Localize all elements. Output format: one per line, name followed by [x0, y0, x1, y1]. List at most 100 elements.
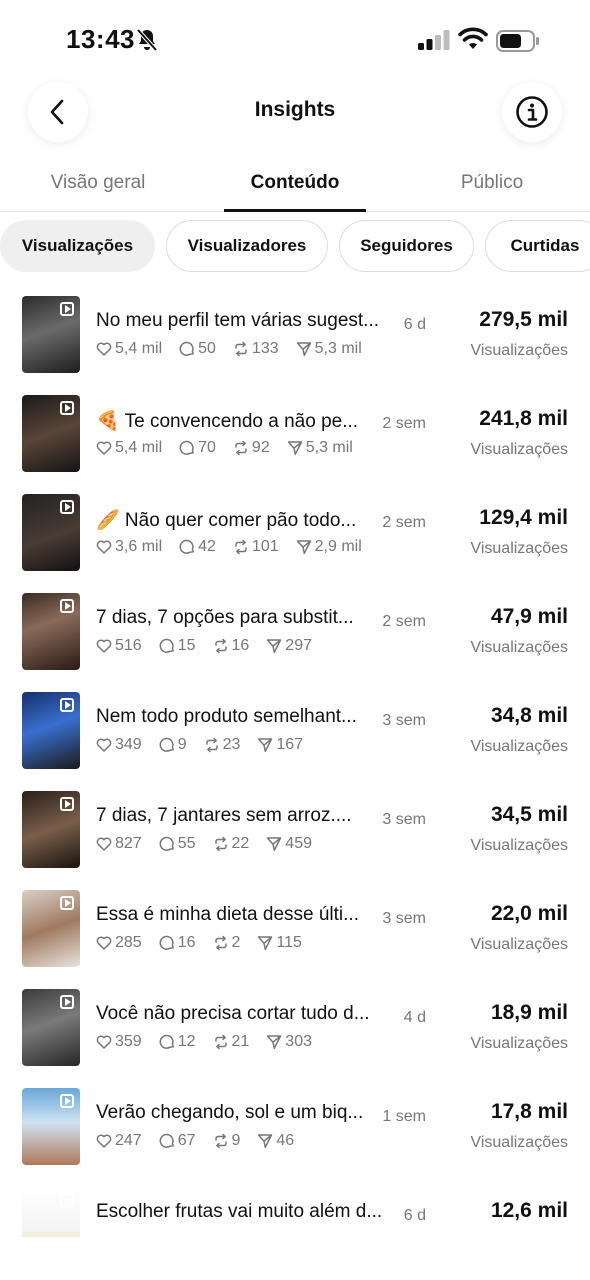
post-thumbnail[interactable]: [22, 890, 80, 967]
reposts-stat: 2: [213, 934, 240, 952]
comments-stat: 16: [159, 934, 196, 952]
comments-stat: 67: [159, 1132, 196, 1150]
post-thumbnail[interactable]: [22, 1088, 80, 1165]
views-label: Visualizações: [470, 540, 568, 557]
battery-icon: [496, 30, 539, 52]
content-row[interactable]: Verão chegando, sol e um biq... 1 sem 247 6…: [0, 1078, 590, 1177]
views-label: Visualizações: [470, 639, 568, 656]
comments-count: 67: [177, 1132, 196, 1149]
views-value: 17,8 mil: [490, 1100, 568, 1123]
chip-viewers[interactable]: Visualizadores: [166, 220, 328, 272]
content-row[interactable]: 7 dias, 7 opções para substit... 2 sem 516…: [0, 583, 590, 682]
post-age: 3 sem: [382, 712, 426, 729]
post-age: 6 d: [403, 1207, 426, 1224]
content-row[interactable]: Você não precisa cortar tudo d... 4 d 359 1…: [0, 979, 590, 1078]
shares-stat: 115: [257, 934, 302, 952]
row-stats: 285 16 2 115: [96, 934, 319, 952]
shares-count: 115: [276, 934, 302, 951]
comment-icon: [159, 935, 174, 950]
post-title: Você não precisa cortar tudo d...: [96, 1003, 370, 1024]
post-thumbnail[interactable]: [22, 791, 80, 868]
views-value: 279,5 mil: [479, 308, 568, 331]
post-thumbnail[interactable]: [22, 989, 80, 1066]
reposts-count: 9: [231, 1132, 241, 1149]
post-thumbnail[interactable]: [22, 395, 80, 472]
chip-views[interactable]: Visualizações: [0, 220, 155, 272]
shares-count: 459: [285, 835, 312, 852]
heart-icon: [96, 936, 112, 950]
info-button[interactable]: [502, 82, 562, 142]
post-age: 1 sem: [382, 1108, 426, 1125]
tab-audience[interactable]: Público: [414, 172, 570, 194]
post-thumbnail[interactable]: [22, 593, 80, 670]
post-age: 3 sem: [382, 910, 426, 927]
share-icon: [296, 342, 311, 357]
comments-count: 15: [177, 637, 196, 654]
header: Insights: [0, 80, 590, 144]
post-title: Verão chegando, sol e um biq...: [96, 1102, 364, 1123]
share-icon: [287, 441, 302, 456]
content-row[interactable]: No meu perfil tem várias sugest... 6 d 5,4…: [0, 286, 590, 385]
reposts-stat: 101: [233, 538, 279, 556]
views-value: 34,5 mil: [490, 803, 568, 826]
likes-count: 285: [115, 934, 142, 951]
content-row[interactable]: Escolher frutas vai muito além d... 6 d 12…: [0, 1177, 590, 1237]
comments-stat: 70: [179, 439, 216, 457]
reposts-stat: 22: [213, 835, 250, 853]
reposts-count: 92: [251, 439, 270, 456]
share-icon: [267, 1035, 282, 1050]
shares-stat: 459: [266, 835, 312, 853]
reposts-count: 22: [231, 835, 250, 852]
content-row[interactable]: Essa é minha dieta desse últi... 3 sem 285…: [0, 880, 590, 979]
likes-stat: 3,6 mil: [96, 538, 162, 556]
content-row[interactable]: 🍕 Te convencendo a não pe... 2 sem 5,4 mil…: [0, 385, 590, 484]
heart-icon: [96, 639, 112, 653]
heart-icon: [96, 540, 112, 554]
content-row[interactable]: Nem todo produto semelhant... 3 sem 349 9 23…: [0, 682, 590, 781]
post-thumbnail[interactable]: [22, 1187, 80, 1237]
comments-count: 16: [177, 934, 196, 951]
shares-stat: 167: [257, 736, 303, 754]
views-label: Visualizações: [470, 441, 568, 458]
reposts-stat: 9: [213, 1132, 241, 1150]
shares-stat: 5,3 mil: [296, 340, 362, 358]
play-icon: [65, 998, 71, 1006]
likes-stat: 827: [96, 835, 142, 853]
chip-likes[interactable]: Curtidas: [485, 220, 590, 272]
row-stats: 247 67 9 46: [96, 1132, 311, 1150]
repost-icon: [214, 836, 227, 852]
play-icon: [65, 503, 71, 511]
comments-count: 42: [198, 538, 216, 555]
signal-icon: [418, 30, 450, 50]
comments-stat: 15: [159, 637, 196, 655]
reposts-stat: 16: [213, 637, 250, 655]
row-stats: 3,6 mil 42 101 2,9 mil: [96, 538, 379, 556]
shares-count: 167: [276, 736, 304, 753]
content-row[interactable]: 🥖 Não quer comer pão todo... 2 sem 3,6 mil…: [0, 484, 590, 583]
wifi-icon: [458, 27, 488, 49]
status-bar: 13:43: [0, 0, 590, 80]
chip-followers[interactable]: Seguidores: [339, 220, 474, 272]
reposts-stat: 23: [204, 736, 240, 754]
tab-content[interactable]: Conteúdo: [214, 172, 376, 194]
shares-stat: 2,9 mil: [296, 538, 362, 556]
comment-icon: [159, 737, 174, 752]
post-thumbnail[interactable]: [22, 692, 80, 769]
reposts-count: 16: [231, 637, 250, 654]
views-value: 129,4 mil: [479, 506, 568, 529]
likes-stat: 359: [96, 1033, 142, 1051]
play-icon: [65, 899, 71, 907]
shares-count: 303: [285, 1033, 312, 1050]
share-icon: [296, 540, 311, 555]
shares-count: 2,9 mil: [314, 538, 362, 555]
views-value: 12,6 mil: [490, 1199, 568, 1222]
content-row[interactable]: 7 dias, 7 jantares sem arroz.... 3 sem 827…: [0, 781, 590, 880]
heart-icon: [96, 1035, 112, 1049]
play-icon: [65, 800, 71, 808]
views-value: 22,0 mil: [490, 902, 568, 925]
views-label: Visualizações: [470, 1035, 568, 1052]
post-thumbnail[interactable]: [22, 296, 80, 373]
post-thumbnail[interactable]: [22, 494, 80, 571]
tab-overview[interactable]: Visão geral: [18, 172, 178, 194]
share-icon: [267, 639, 282, 654]
